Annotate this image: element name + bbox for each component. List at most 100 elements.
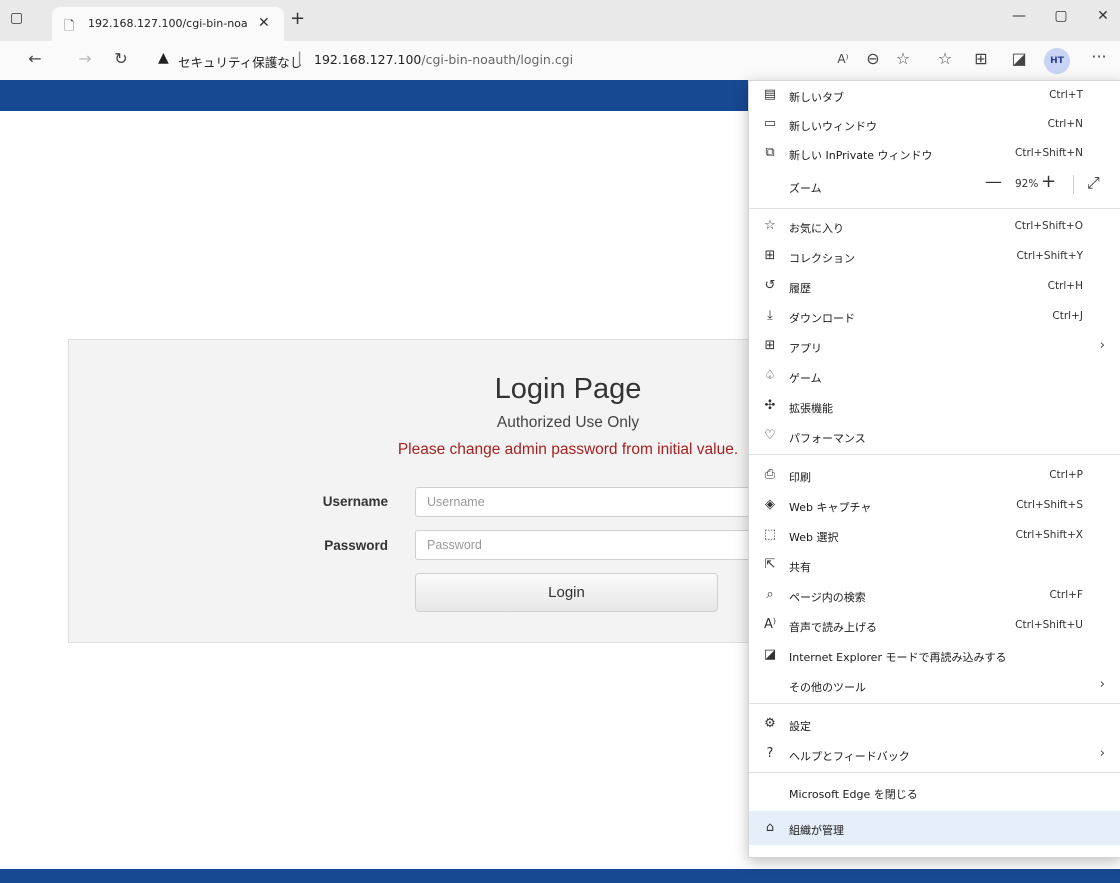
- menu-new-inprivate[interactable]: ⧉ 新しい InPrivate ウィンドウ Ctrl+Shift+N: [749, 139, 1120, 168]
- menu-web-select[interactable]: ⬚ Web 選択 Ctrl+Shift+X: [749, 521, 1120, 550]
- page-footer-bar: [0, 869, 1120, 883]
- zoom-out-button[interactable]: —: [985, 172, 1002, 192]
- forward-icon[interactable]: →: [72, 49, 98, 68]
- menu-label: 新しいタブ: [789, 91, 844, 104]
- web-select-icon: ⬚: [763, 527, 777, 542]
- menu-label: Web キャプチャ: [789, 501, 872, 514]
- menu-label: Microsoft Edge を閉じる: [789, 788, 918, 801]
- menu-label: アプリ: [789, 342, 822, 355]
- menu-label: 新しい InPrivate ウィンドウ: [789, 149, 933, 162]
- zoom-in-button[interactable]: +: [1041, 171, 1056, 192]
- tab-actions-icon[interactable]: ▢: [10, 10, 23, 26]
- find-icon: ⌕: [766, 587, 774, 602]
- more-icon[interactable]: ···: [1086, 47, 1112, 66]
- web-capture-icon: ◈: [765, 497, 775, 512]
- refresh-icon[interactable]: ↻: [108, 49, 134, 68]
- share-icon: ⇱: [764, 557, 776, 572]
- menu-label: 音声で読み上げる: [789, 621, 877, 634]
- menu-ie-mode[interactable]: ◪ Internet Explorer モードで再読み込みする: [749, 641, 1120, 670]
- menu-separator: [749, 703, 1120, 704]
- menu-shortcut: Ctrl+Shift+S: [1016, 499, 1083, 511]
- tab-title: 192.168.127.100/cgi-bin-noauth/: [88, 17, 248, 30]
- menu-label: 新しいウィンドウ: [789, 120, 877, 133]
- minimize-icon[interactable]: —: [1004, 8, 1034, 24]
- favorites-icon[interactable]: ☆: [932, 49, 958, 68]
- menu-label: Web 選択: [789, 531, 839, 544]
- settings-menu: ▤ 新しいタブ Ctrl+T ▭ 新しいウィンドウ Ctrl+N ⧉ 新しい InPriv…: [748, 80, 1120, 858]
- menu-label: 設定: [789, 720, 811, 733]
- zoom-icon[interactable]: ⊖: [860, 49, 886, 68]
- menu-share[interactable]: ⇱ 共有: [749, 551, 1120, 580]
- games-icon: ♤: [764, 368, 776, 383]
- menu-shortcut: Ctrl+H: [1047, 280, 1083, 292]
- menu-print[interactable]: ⎙ 印刷 Ctrl+P: [749, 461, 1120, 490]
- fullscreen-icon[interactable]: ⤢: [1087, 173, 1100, 193]
- menu-games[interactable]: ♤ ゲーム: [749, 362, 1120, 391]
- address-bar[interactable]: ▲ セキュリティ保護なし | 192.168.127.100/cgi-bin-n…: [146, 46, 886, 74]
- password-input[interactable]: [415, 530, 775, 560]
- menu-history[interactable]: ↺ 履歴 Ctrl+H: [749, 272, 1120, 301]
- read-aloud-icon[interactable]: A⁾: [830, 52, 856, 66]
- menu-web-capture[interactable]: ◈ Web キャプチャ Ctrl+Shift+S: [749, 491, 1120, 520]
- menu-extensions[interactable]: ✣ 拡張機能: [749, 392, 1120, 421]
- help-icon: ?: [766, 746, 774, 761]
- menu-label: パフォーマンス: [789, 432, 866, 445]
- active-tab[interactable]: 🗋 192.168.127.100/cgi-bin-noauth/ ✕: [52, 7, 284, 41]
- security-label[interactable]: セキュリティ保護なし: [178, 52, 302, 71]
- extensions-icon: ✣: [764, 398, 776, 413]
- menu-new-window[interactable]: ▭ 新しいウィンドウ Ctrl+N: [749, 110, 1120, 139]
- menu-label: 履歴: [789, 282, 811, 295]
- page-icon: 🗋: [64, 19, 75, 34]
- profile-avatar[interactable]: HT: [1044, 48, 1070, 74]
- menu-shortcut: Ctrl+P: [1049, 469, 1083, 481]
- new-tab-icon[interactable]: +: [290, 8, 305, 29]
- menu-read-aloud[interactable]: A⁾ 音声で読み上げる Ctrl+Shift+U: [749, 611, 1120, 640]
- menu-managed[interactable]: ⌂ 組織が管理: [749, 811, 1120, 845]
- menu-new-tab[interactable]: ▤ 新しいタブ Ctrl+T: [749, 81, 1120, 110]
- menu-help[interactable]: ? ヘルプとフィードバック ›: [749, 740, 1120, 769]
- menu-close-edge[interactable]: Microsoft Edge を閉じる: [749, 778, 1120, 807]
- menu-label: ページ内の検索: [789, 591, 866, 604]
- menu-label: その他のツール: [789, 681, 866, 694]
- menu-label: ゲーム: [789, 372, 822, 385]
- gear-icon: ⚙: [764, 716, 776, 731]
- menu-shortcut: Ctrl+N: [1047, 118, 1083, 130]
- menu-favorites[interactable]: ☆ お気に入り Ctrl+Shift+O: [749, 212, 1120, 241]
- menu-performance[interactable]: ♡ パフォーマンス: [749, 422, 1120, 451]
- menu-label: 組織が管理: [789, 824, 844, 837]
- username-label: Username: [322, 494, 388, 509]
- menu-label: 拡張機能: [789, 402, 833, 415]
- close-window-icon[interactable]: ✕: [1088, 8, 1118, 24]
- close-tab-icon[interactable]: ✕: [258, 15, 270, 31]
- briefcase-icon: ⌂: [765, 820, 775, 835]
- maximize-icon[interactable]: ▢: [1046, 8, 1076, 24]
- ie-mode-icon[interactable]: ◪: [1006, 49, 1032, 68]
- collections-menu-icon: ⊞: [764, 248, 776, 263]
- login-button[interactable]: Login: [415, 573, 718, 612]
- zoom-value: 92%: [1015, 178, 1039, 190]
- menu-shortcut: Ctrl+Shift+U: [1015, 619, 1083, 631]
- zoom-divider: [1073, 175, 1074, 194]
- menu-shortcut: Ctrl+Shift+X: [1015, 529, 1083, 541]
- chevron-right-icon: ›: [1099, 746, 1105, 761]
- menu-shortcut: Ctrl+Shift+N: [1015, 147, 1083, 159]
- menu-settings[interactable]: ⚙ 設定: [749, 710, 1120, 739]
- menu-shortcut: Ctrl+F: [1049, 589, 1083, 601]
- menu-more-tools[interactable]: その他のツール ›: [749, 671, 1120, 700]
- history-icon: ↺: [764, 278, 776, 293]
- menu-find[interactable]: ⌕ ページ内の検索 Ctrl+F: [749, 581, 1120, 610]
- menu-apps[interactable]: ⊞ アプリ ›: [749, 332, 1120, 361]
- collections-icon[interactable]: ⊞: [968, 49, 994, 68]
- menu-downloads[interactable]: ⤓ ダウンロード Ctrl+J: [749, 302, 1120, 331]
- inprivate-icon: ⧉: [765, 145, 775, 160]
- username-input[interactable]: [415, 487, 775, 517]
- menu-collections[interactable]: ⊞ コレクション Ctrl+Shift+Y: [749, 242, 1120, 271]
- add-favorite-icon[interactable]: ☆: [890, 49, 916, 68]
- menu-label: お気に入り: [789, 222, 844, 235]
- menu-shortcut: Ctrl+Shift+O: [1014, 220, 1083, 232]
- menu-label: 印刷: [789, 471, 811, 484]
- warning-icon[interactable]: ▲: [158, 50, 169, 66]
- back-icon[interactable]: ←: [22, 49, 48, 68]
- url-text[interactable]: 192.168.127.100/cgi-bin-noauth/login.cgi: [314, 52, 573, 67]
- password-label: Password: [324, 538, 388, 553]
